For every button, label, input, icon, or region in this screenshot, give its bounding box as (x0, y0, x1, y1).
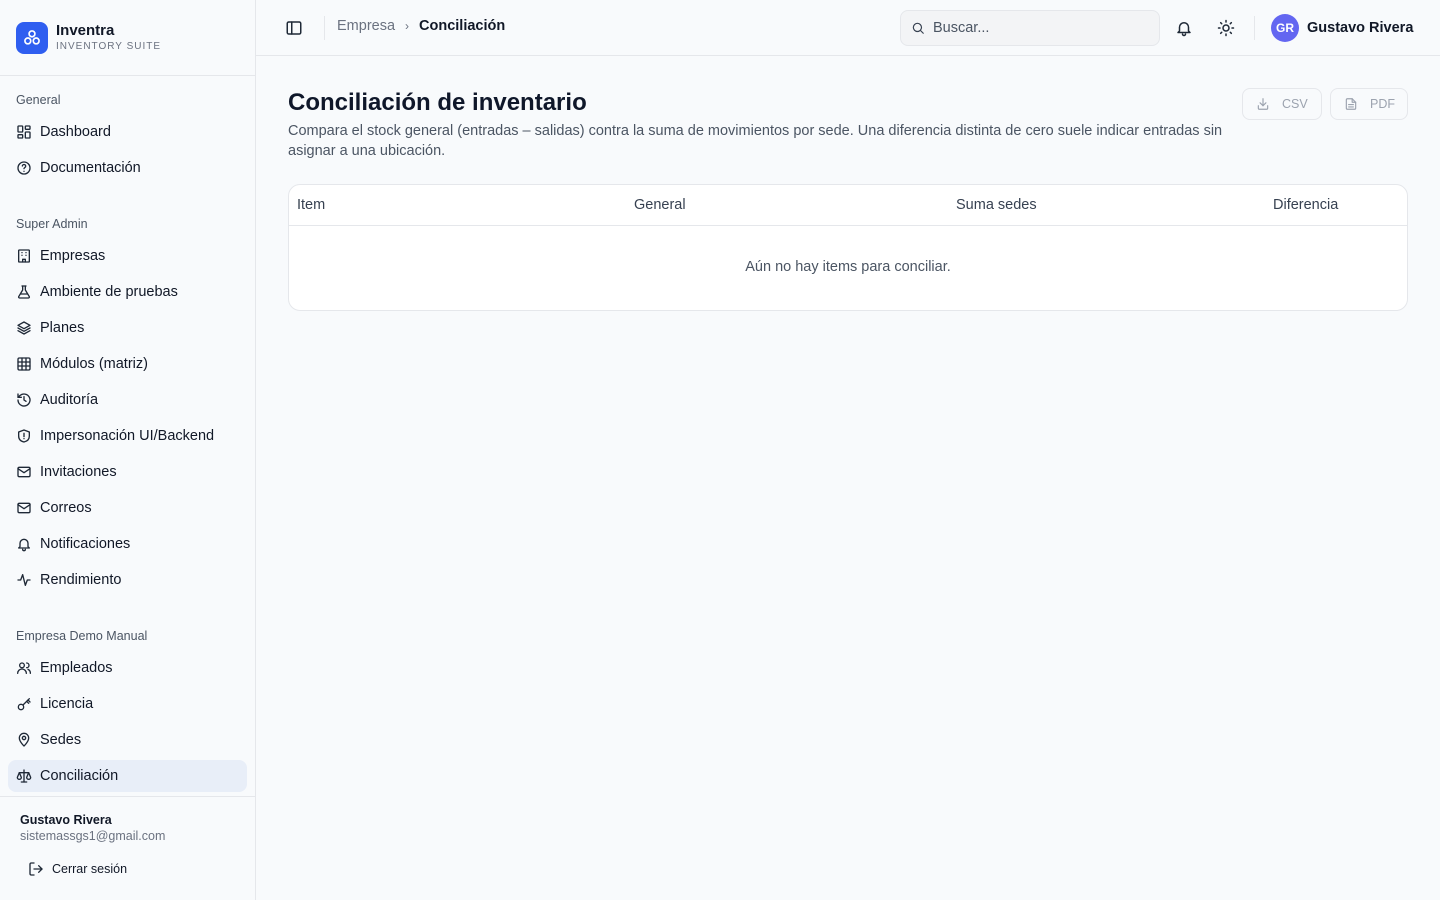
building-icon (16, 248, 32, 264)
theme-toggle-button[interactable] (1214, 16, 1238, 40)
page-title: Conciliación de inventario (288, 89, 587, 116)
sidebar-item-notificaciones[interactable]: Notificaciones (8, 528, 247, 560)
sidebar-item-sedes[interactable]: Sedes (8, 724, 247, 756)
reconciliation-table: Item General Suma sedes Diferencia Aún n… (288, 184, 1408, 311)
sidebar-item-label: Sedes (40, 732, 82, 748)
sidebar-item-label: Correos (40, 500, 92, 516)
sidebar-footer: Gustavo Rivera sistemassgs1@gmail.com Ce… (0, 796, 256, 900)
brand-logo-icon (16, 21, 48, 54)
sidebar-item-label: Invitaciones (40, 464, 117, 480)
nav-section-super-admin: Super Admin Empresas Ambiente de pruebas… (0, 214, 256, 596)
download-icon (1257, 98, 1269, 110)
help-circle-icon (16, 160, 32, 176)
sidebar-item-licencia[interactable]: Licencia (8, 688, 247, 720)
export-pdf-label: PDF (1370, 97, 1395, 111)
key-icon (16, 696, 32, 712)
sidebar-item-label: Módulos (matriz) (40, 356, 148, 372)
brand[interactable]: Inventra INVENTORY SUITE (0, 0, 255, 76)
sidebar: Inventra INVENTORY SUITE General Dashboa… (0, 0, 256, 900)
panel-left-icon (286, 21, 302, 35)
nav-section-empresa-demo: Empresa Demo Manual Empleados Licencia S… (0, 626, 256, 792)
scale-icon (16, 768, 32, 784)
sidebar-item-dashboard[interactable]: Dashboard (8, 116, 247, 148)
breadcrumb: Empresa › Conciliación (337, 18, 505, 34)
search-box[interactable] (900, 10, 1160, 46)
history-icon (16, 392, 32, 408)
sun-icon (1217, 19, 1235, 37)
logout-icon (29, 862, 43, 876)
sidebar-item-empresas[interactable]: Empresas (8, 240, 247, 272)
layers-icon (16, 320, 32, 336)
sidebar-item-label: Planes (40, 320, 85, 336)
search-icon (912, 22, 924, 34)
table-header: Item General Suma sedes Diferencia (289, 185, 1407, 226)
sidebar-item-label: Impersonación UI/Backend (40, 428, 215, 444)
nav-section-header: Super Admin (16, 217, 88, 231)
sidebar-item-label: Conciliación (40, 768, 119, 784)
sidebar-item-modulos-matriz[interactable]: Módulos (matriz) (8, 348, 247, 380)
file-text-icon (1345, 98, 1357, 110)
dashboard-icon (16, 124, 32, 140)
page-description: Compara el stock general (entradas – sal… (288, 123, 1223, 159)
sidebar-item-invitaciones[interactable]: Invitaciones (8, 456, 247, 488)
search-input[interactable] (933, 20, 1133, 36)
sidebar-item-label: Documentación (40, 160, 141, 176)
sidebar-item-label: Rendimiento (40, 572, 122, 588)
divider (1254, 16, 1255, 40)
divider (324, 16, 325, 40)
flask-icon (16, 284, 32, 300)
sidebar-item-label: Ambiente de pruebas (40, 284, 178, 300)
logout-button[interactable]: Cerrar sesión (20, 855, 127, 883)
sidebar-item-label: Dashboard (40, 124, 111, 140)
column-header-suma-sedes[interactable]: Suma sedes (956, 197, 1037, 213)
sidebar-item-conciliacion[interactable]: Conciliación (8, 760, 247, 792)
sidebar-item-correos[interactable]: Correos (8, 492, 247, 524)
notifications-button[interactable] (1172, 16, 1196, 40)
sidebar-item-documentacion[interactable]: Documentación (8, 152, 247, 184)
sidebar-item-ambiente-de-pruebas[interactable]: Ambiente de pruebas (8, 276, 247, 308)
breadcrumb-item-empresa[interactable]: Empresa (337, 18, 395, 34)
sidebar-item-label: Licencia (40, 696, 94, 712)
logout-label: Cerrar sesión (52, 862, 128, 876)
sidebar-item-label: Empleados (40, 660, 113, 676)
bell-icon (16, 536, 32, 552)
sidebar-item-empleados[interactable]: Empleados (8, 652, 247, 684)
sidebar-item-label: Empresas (40, 248, 106, 264)
brand-name: Inventra (56, 21, 115, 39)
mail-icon (16, 464, 32, 480)
export-pdf-button[interactable]: PDF (1330, 88, 1408, 120)
export-csv-label: CSV (1282, 97, 1308, 111)
activity-icon (16, 572, 32, 588)
user-menu-name: Gustavo Rivera (1307, 20, 1414, 36)
export-csv-button[interactable]: CSV (1242, 88, 1322, 120)
grid-icon (16, 356, 32, 372)
sidebar-item-auditoria[interactable]: Auditoría (8, 384, 247, 416)
nav-section-header: Empresa Demo Manual (16, 629, 148, 643)
sidebar-item-label: Notificaciones (40, 536, 131, 552)
user-menu[interactable]: GR Gustavo Rivera (1271, 14, 1413, 42)
sidebar-item-label: Auditoría (40, 392, 99, 408)
sidebar-item-rendimiento[interactable]: Rendimiento (8, 564, 247, 596)
sidebar-toggle-button[interactable] (282, 16, 306, 40)
avatar: GR (1271, 14, 1299, 42)
nav-section-header: General (16, 93, 61, 107)
column-header-item[interactable]: Item (297, 197, 325, 213)
users-icon (16, 660, 32, 676)
brand-subtitle: INVENTORY SUITE (56, 40, 162, 52)
bell-icon (1177, 22, 1191, 37)
shield-icon (16, 428, 32, 444)
topbar: Empresa › Conciliación GR Gustavo Rivera (256, 0, 1440, 56)
chevron-right-icon: › (405, 19, 410, 33)
nav-section-general: General Dashboard Documentación (0, 90, 256, 184)
footer-user-name: Gustavo Rivera (20, 813, 112, 827)
sidebar-item-planes[interactable]: Planes (8, 312, 247, 344)
footer-user-email: sistemassgs1@gmail.com (20, 829, 166, 843)
breadcrumb-item-current: Conciliación (419, 18, 506, 34)
map-pin-icon (16, 732, 32, 748)
table-empty-message: Aún no hay items para conciliar. (745, 259, 951, 275)
mail-icon (16, 500, 32, 516)
column-header-general[interactable]: General (634, 197, 686, 213)
column-header-diferencia[interactable]: Diferencia (1273, 197, 1338, 213)
sidebar-item-impersonacion[interactable]: Impersonación UI/Backend (8, 420, 247, 452)
